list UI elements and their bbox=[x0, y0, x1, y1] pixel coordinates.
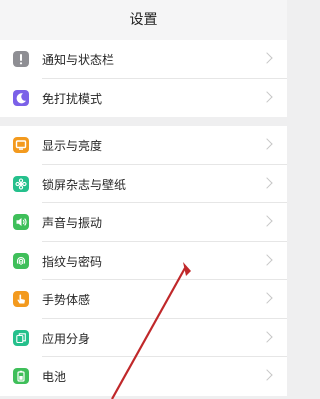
settings-item-label: 手势体感 bbox=[42, 293, 91, 307]
settings-item-display[interactable]: 显示与亮度 bbox=[0, 126, 287, 165]
settings-item-label: 声音与振动 bbox=[42, 216, 103, 230]
settings-item-gestures[interactable]: 手势体感 bbox=[0, 280, 287, 319]
clone-icon bbox=[13, 329, 29, 346]
chevron-right-icon bbox=[261, 330, 273, 343]
chevron-right-icon bbox=[261, 253, 273, 266]
settings-item-sound-vibration[interactable]: 声音与振动 bbox=[0, 203, 287, 242]
chevron-right-icon bbox=[261, 215, 273, 227]
exclamation-icon bbox=[13, 51, 29, 67]
settings-item-label: 显示与亮度 bbox=[42, 139, 103, 153]
settings-item-app-clone[interactable]: 应用分身 bbox=[0, 319, 287, 357]
settings-item-label: 应用分身 bbox=[42, 331, 91, 346]
settings-header: 设置 bbox=[0, 0, 287, 40]
moon-icon bbox=[13, 89, 29, 106]
settings-item-notifications[interactable]: 通知与状态栏 bbox=[0, 40, 287, 79]
settings-group-1: 通知与状态栏 免打扰模式 bbox=[0, 40, 287, 117]
chevron-right-icon bbox=[261, 90, 273, 103]
settings-item-label: 锁屏杂志与壁纸 bbox=[42, 177, 127, 192]
page-title: 设置 bbox=[129, 12, 158, 28]
settings-item-fingerprint-password[interactable]: 指纹与密码 bbox=[0, 242, 287, 280]
settings-item-label: 电池 bbox=[42, 370, 67, 384]
settings-item-lockscreen-wallpaper[interactable]: 锁屏杂志与壁纸 bbox=[0, 165, 287, 203]
settings-item-label: 免打扰模式 bbox=[42, 91, 103, 106]
fingerprint-icon bbox=[13, 252, 29, 269]
hand-icon bbox=[13, 291, 29, 307]
display-icon bbox=[13, 137, 29, 153]
settings-item-label: 通知与状态栏 bbox=[42, 53, 115, 67]
chevron-right-icon bbox=[261, 52, 273, 64]
settings-item-do-not-disturb[interactable]: 免打扰模式 bbox=[0, 79, 287, 118]
chevron-right-icon bbox=[261, 369, 273, 381]
settings-group-2: 显示与亮度 锁屏杂志与壁纸 声音与振动 指纹与密码 手势体感 应用分身 电池 bbox=[0, 126, 287, 396]
speaker-icon bbox=[13, 214, 29, 230]
settings-item-battery[interactable]: 电池 bbox=[0, 357, 287, 396]
settings-item-label: 指纹与密码 bbox=[42, 254, 103, 269]
chevron-right-icon bbox=[261, 138, 273, 150]
battery-icon bbox=[13, 368, 29, 384]
flower-icon bbox=[13, 175, 29, 192]
chevron-right-icon bbox=[261, 292, 273, 304]
chevron-right-icon bbox=[261, 176, 273, 189]
